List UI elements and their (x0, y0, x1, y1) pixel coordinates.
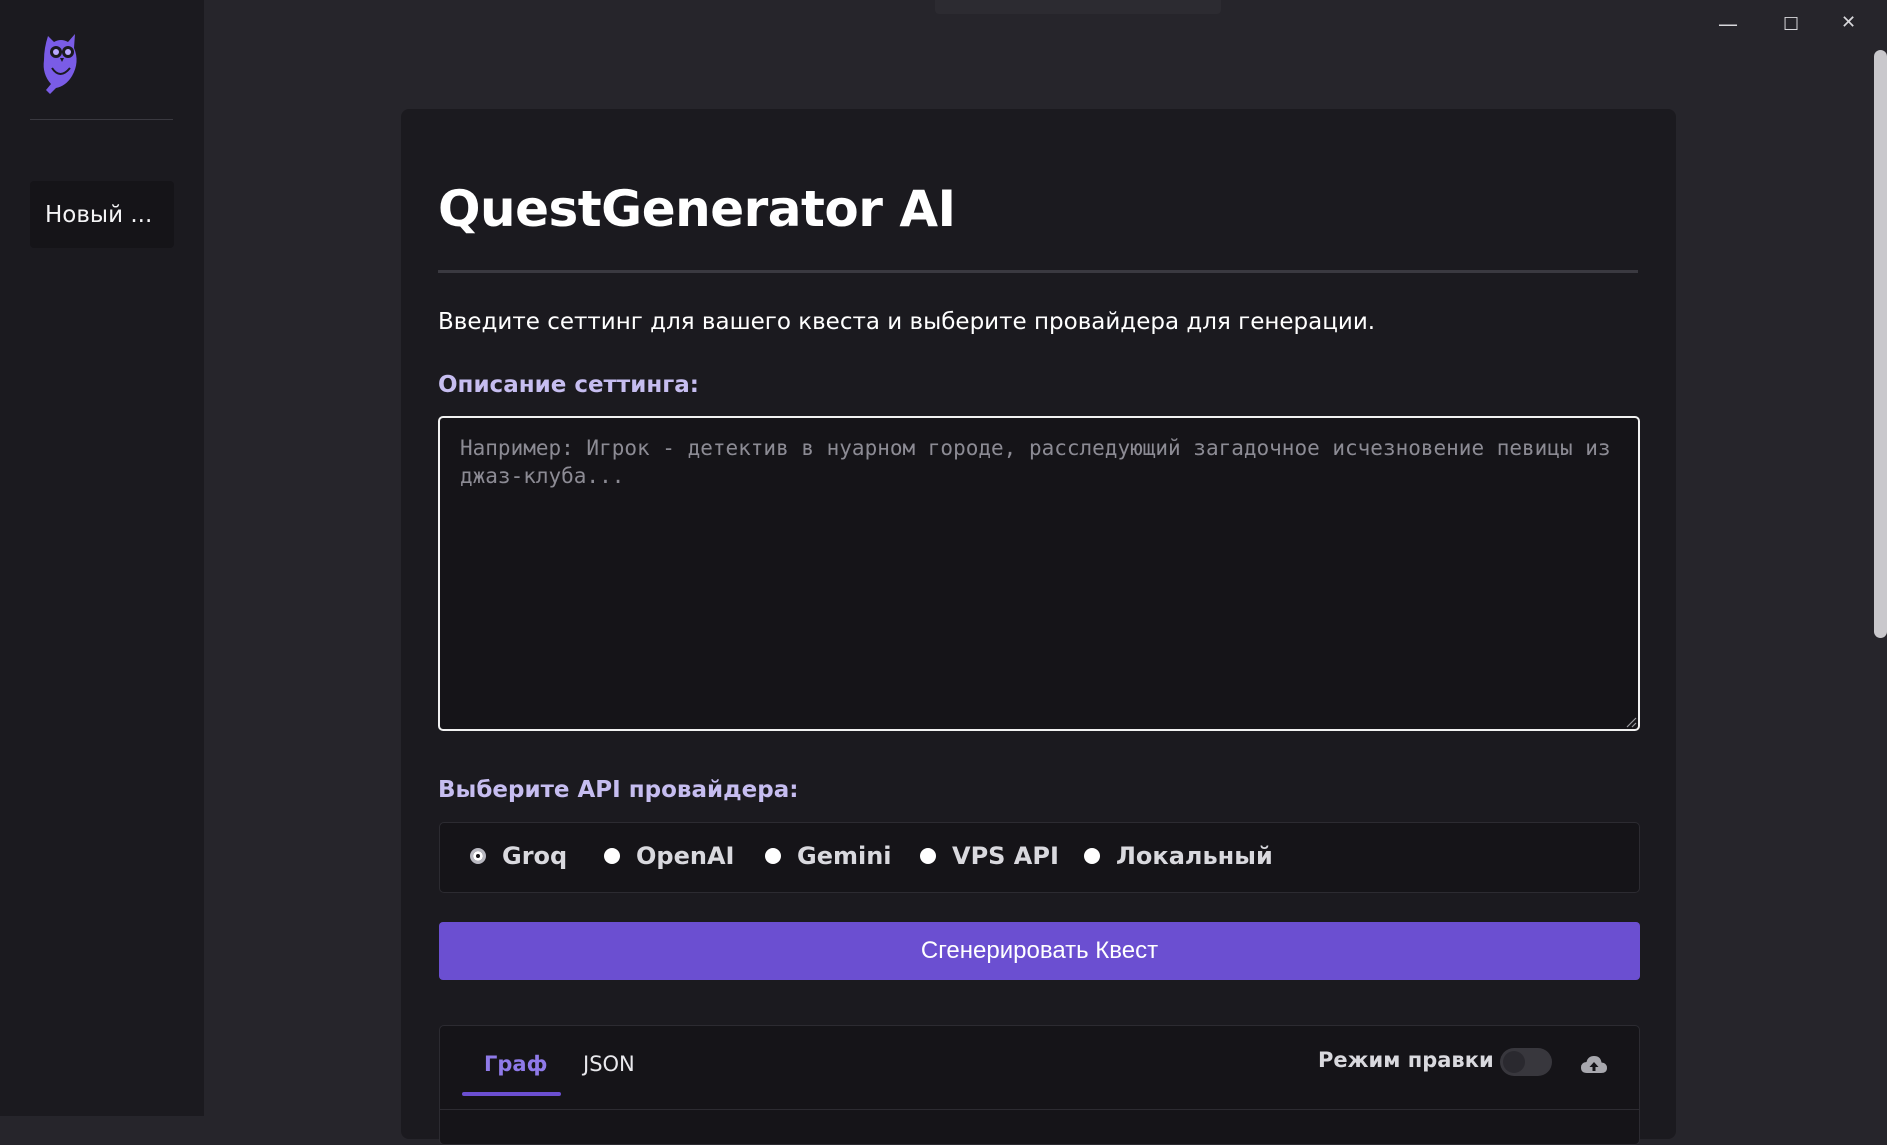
radio-unselected-icon[interactable] (765, 848, 781, 864)
minimize-button[interactable]: — (1718, 12, 1738, 36)
result-panel (439, 1025, 1640, 1145)
tab-json[interactable]: JSON (583, 1052, 635, 1076)
provider-label: Выберите API провайдера: (438, 777, 799, 803)
cloud-upload-icon[interactable] (1580, 1054, 1608, 1076)
close-button[interactable]: ✕ (1841, 12, 1856, 33)
intro-text: Введите сеттинг для вашего квеста и выбе… (438, 309, 1376, 335)
generate-quest-button[interactable]: Сгенерировать Квест (439, 922, 1640, 980)
toggle-knob (1503, 1051, 1525, 1073)
radio-option-vps-api[interactable]: VPS API (920, 842, 1059, 870)
radio-label-gemini: Gemini (797, 842, 892, 870)
setting-label: Описание сеттинга: (438, 372, 699, 398)
radio-unselected-icon[interactable] (604, 848, 620, 864)
resize-grip-icon[interactable] (1625, 716, 1637, 728)
edit-mode-toggle[interactable] (1500, 1048, 1552, 1076)
title-bar-tab (935, 0, 1221, 14)
maximize-button[interactable]: ☐ (1783, 14, 1799, 35)
radio-option-local[interactable]: Локальный (1084, 842, 1273, 870)
radio-label-local: Локальный (1116, 842, 1273, 870)
radio-option-openai[interactable]: OpenAI (604, 842, 734, 870)
scrollbar-thumb[interactable] (1874, 50, 1887, 638)
active-tab-indicator (462, 1092, 561, 1096)
edit-mode-label: Режим правки (1318, 1048, 1494, 1072)
sidebar-item-new[interactable]: Новый ... (30, 181, 174, 248)
radio-label-openai: OpenAI (636, 842, 735, 870)
radio-unselected-icon[interactable] (920, 848, 936, 864)
radio-selected-icon[interactable] (470, 848, 486, 864)
radio-option-gemini[interactable]: Gemini (765, 842, 892, 870)
sidebar-divider (30, 119, 173, 120)
page-title: QuestGenerator AI (438, 180, 956, 238)
radio-unselected-icon[interactable] (1084, 848, 1100, 864)
title-divider (438, 270, 1638, 273)
tabs-divider (440, 1109, 1639, 1110)
tab-graph[interactable]: Граф (484, 1052, 547, 1076)
radio-label-groq: Groq (502, 842, 568, 870)
setting-textarea[interactable] (438, 416, 1640, 731)
radio-label-vps-api: VPS API (952, 842, 1059, 870)
owl-logo-icon (43, 34, 77, 94)
sidebar: Новый ... (0, 0, 204, 1116)
radio-option-groq[interactable]: Groq (470, 842, 567, 870)
